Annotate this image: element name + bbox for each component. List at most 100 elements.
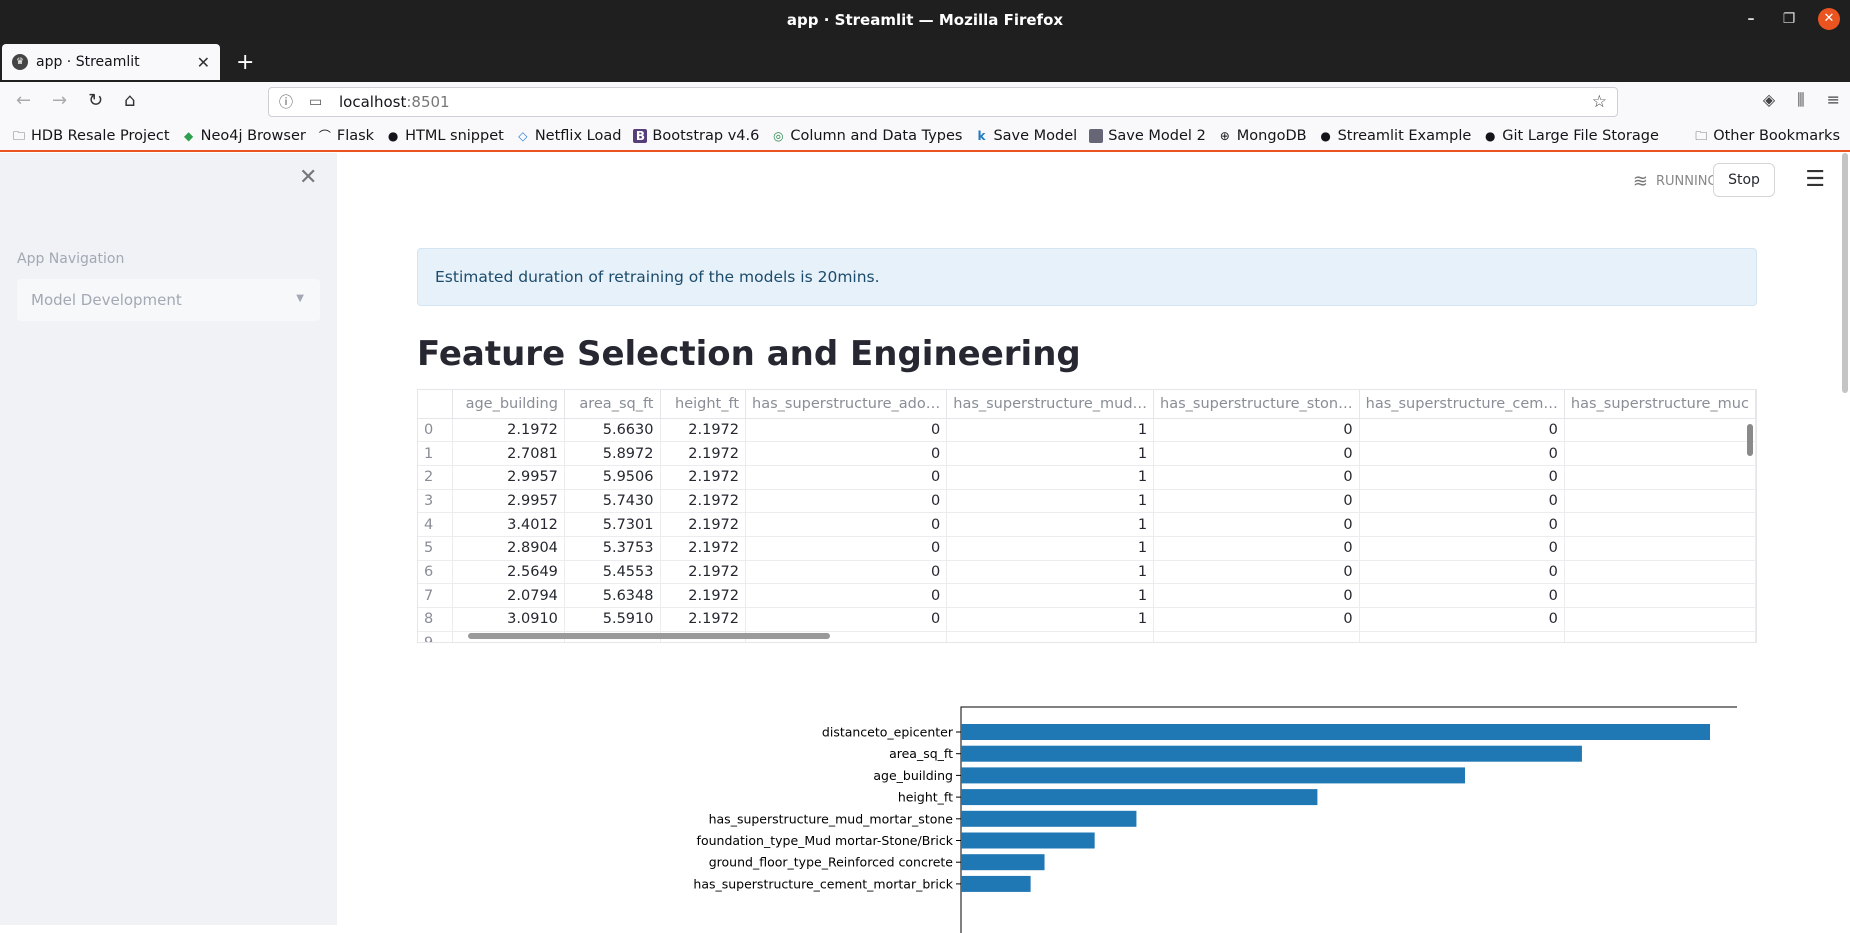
table-cell[interactable]: 1 xyxy=(946,607,1155,632)
table-cell[interactable] xyxy=(1564,583,1756,608)
column-header[interactable]: height_ft xyxy=(660,390,747,419)
table-cell[interactable]: 0 xyxy=(745,512,948,537)
bookmark-item[interactable]: ◇ Netflix Load xyxy=(516,128,621,144)
row-index[interactable]: 0 xyxy=(418,418,454,443)
home-icon[interactable]: ⌂ xyxy=(124,90,135,111)
table-cell[interactable]: 2.1972 xyxy=(660,583,747,608)
table-cell[interactable]: 1 xyxy=(946,489,1155,514)
bookmark-item[interactable]: ⌒ Flask xyxy=(318,128,374,144)
table-cell[interactable]: 0 xyxy=(1359,441,1565,466)
new-tab-icon[interactable]: + xyxy=(236,50,254,75)
table-cell[interactable]: 0 xyxy=(1153,489,1360,514)
table-cell[interactable]: 0 xyxy=(745,607,948,632)
table-cell[interactable]: 0 xyxy=(745,489,948,514)
table-cell[interactable]: 1 xyxy=(946,441,1155,466)
table-cell[interactable] xyxy=(1153,631,1360,642)
column-header[interactable]: has_superstructure_mud… xyxy=(946,390,1155,419)
tab-close-icon[interactable]: ✕ xyxy=(197,53,210,72)
table-cell[interactable]: 2.1972 xyxy=(660,489,747,514)
table-row[interactable]: 3 2.9957 5.7430 2.1972 0 1 0 0 xyxy=(418,489,1756,514)
hamburger-menu-icon[interactable]: ☰ xyxy=(1805,167,1825,192)
table-cell[interactable]: 5.9506 xyxy=(564,465,661,490)
row-index[interactable]: 4 xyxy=(418,512,454,537)
table-cell[interactable]: 2.1972 xyxy=(660,560,747,585)
table-cell[interactable] xyxy=(1564,536,1756,561)
table-cell[interactable]: 5.8972 xyxy=(564,441,661,466)
table-cell[interactable]: 0 xyxy=(1359,583,1565,608)
table-cell[interactable] xyxy=(1564,441,1756,466)
table-cell[interactable]: 1 xyxy=(946,465,1155,490)
table-cell[interactable] xyxy=(946,631,1155,642)
bookmark-item[interactable]: ● Git Large File Storage xyxy=(1483,128,1659,144)
stop-button[interactable]: Stop xyxy=(1713,163,1775,197)
table-cell[interactable]: 2.9957 xyxy=(452,465,565,490)
table-cell[interactable] xyxy=(1564,418,1756,443)
pocket-icon[interactable]: ◈ xyxy=(1763,90,1775,110)
table-cell[interactable]: 2.1972 xyxy=(660,536,747,561)
table-cell[interactable] xyxy=(1564,489,1756,514)
table-cell[interactable]: 0 xyxy=(1359,536,1565,561)
horizontal-scrollbar[interactable] xyxy=(468,633,830,639)
table-cell[interactable]: 2.1972 xyxy=(452,418,565,443)
table-cell[interactable]: 0 xyxy=(1153,512,1360,537)
table-cell[interactable]: 0 xyxy=(1359,418,1565,443)
table-cell[interactable]: 0 xyxy=(1359,512,1565,537)
bookmark-item[interactable]: Save Model 2 xyxy=(1089,128,1206,144)
column-header[interactable] xyxy=(418,390,454,419)
table-cell[interactable]: 5.7430 xyxy=(564,489,661,514)
table-cell[interactable]: 0 xyxy=(1153,465,1360,490)
column-header[interactable]: area_sq_ft xyxy=(564,390,661,419)
bookmark-item[interactable]: B Bootstrap v4.6 xyxy=(633,128,759,144)
table-row[interactable]: 5 2.8904 5.3753 2.1972 0 1 0 0 xyxy=(418,536,1756,561)
table-cell[interactable]: 1 xyxy=(946,560,1155,585)
table-cell[interactable]: 0 xyxy=(1153,560,1360,585)
table-cell[interactable]: 0 xyxy=(1359,465,1565,490)
table-cell[interactable]: 3.0910 xyxy=(452,607,565,632)
app-menu-icon[interactable]: ≡ xyxy=(1827,90,1840,110)
bookmark-item[interactable]: ◆ Neo4j Browser xyxy=(182,128,306,144)
bookmark-item[interactable]: k Save Model xyxy=(974,128,1077,144)
table-cell[interactable]: 5.6348 xyxy=(564,583,661,608)
table-cell[interactable] xyxy=(1564,512,1756,537)
table-cell[interactable] xyxy=(1564,560,1756,585)
bookmark-item[interactable]: ◎ Column and Data Types xyxy=(771,128,962,144)
column-header[interactable]: has_superstructure_cem… xyxy=(1359,390,1565,419)
column-header[interactable]: has_superstructure_ado… xyxy=(745,390,948,419)
forward-icon[interactable]: → xyxy=(52,90,67,111)
site-info-icon[interactable]: ⓘ xyxy=(279,92,299,112)
bookmark-item[interactable]: ● HTML snippet xyxy=(386,128,504,144)
table-row[interactable]: 1 2.7081 5.8972 2.1972 0 1 0 0 xyxy=(418,441,1756,466)
table-cell[interactable]: 2.9957 xyxy=(452,489,565,514)
table-cell[interactable]: 1 xyxy=(946,418,1155,443)
table-cell[interactable] xyxy=(1359,631,1565,642)
table-cell[interactable]: 5.3753 xyxy=(564,536,661,561)
table-row[interactable]: 8 3.0910 5.5910 2.1972 0 1 0 0 xyxy=(418,607,1756,632)
row-index[interactable]: 2 xyxy=(418,465,454,490)
table-cell[interactable]: 1 xyxy=(946,583,1155,608)
column-header[interactable]: has_superstructure_ston… xyxy=(1153,390,1360,419)
close-window-icon[interactable]: ✕ xyxy=(1818,8,1840,30)
table-cell[interactable] xyxy=(1564,631,1756,642)
column-header[interactable]: has_superstructure_muc xyxy=(1564,390,1756,419)
table-cell[interactable]: 0 xyxy=(745,465,948,490)
minimize-icon[interactable]: – xyxy=(1742,11,1760,27)
app-navigation-select[interactable]: Model Development ▼ xyxy=(17,279,320,321)
table-cell[interactable]: 2.1972 xyxy=(660,441,747,466)
table-cell[interactable]: 2.0794 xyxy=(452,583,565,608)
page-scrollbar[interactable] xyxy=(1842,153,1848,393)
row-index[interactable]: 3 xyxy=(418,489,454,514)
bookmark-item[interactable]: ⊕ MongoDB xyxy=(1218,128,1307,144)
row-index[interactable]: 7 xyxy=(418,583,454,608)
table-cell[interactable]: 3.4012 xyxy=(452,512,565,537)
table-cell[interactable]: 0 xyxy=(1359,489,1565,514)
table-cell[interactable]: 2.7081 xyxy=(452,441,565,466)
table-cell[interactable]: 0 xyxy=(1153,583,1360,608)
table-cell[interactable]: 0 xyxy=(1153,441,1360,466)
other-bookmarks[interactable]: 🗀 Other Bookmarks xyxy=(1694,128,1840,144)
table-cell[interactable]: 2.1972 xyxy=(660,465,747,490)
sidebar-close-icon[interactable]: ✕ xyxy=(299,165,317,190)
bookmark-item[interactable]: 🗀 HDB Resale Project xyxy=(12,128,170,144)
table-cell[interactable]: 2.5649 xyxy=(452,560,565,585)
table-cell[interactable]: 0 xyxy=(1359,560,1565,585)
table-row[interactable]: 6 2.5649 5.4553 2.1972 0 1 0 0 xyxy=(418,560,1756,585)
